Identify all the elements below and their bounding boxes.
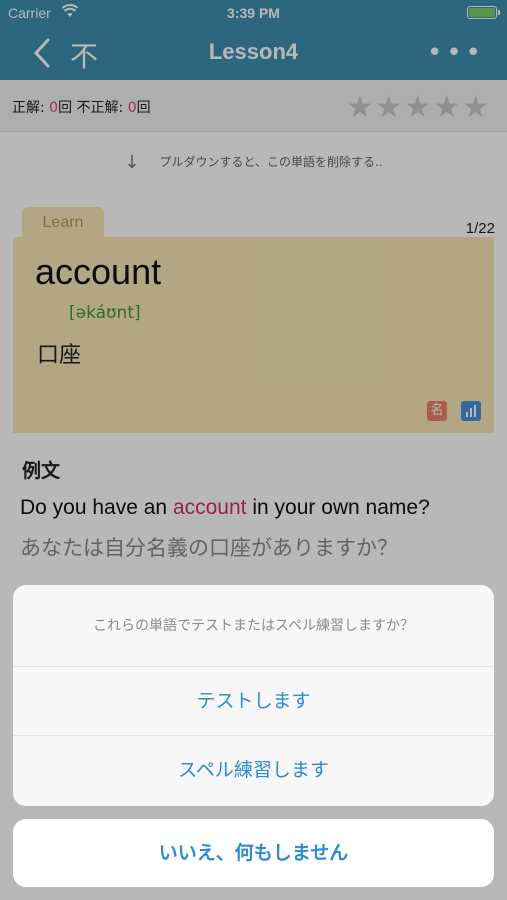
action-sheet-message: これらの単語でテストまたはスペル練習しますか？ <box>13 585 494 667</box>
cancel-button[interactable]: いいえ、何もしません <box>13 819 494 887</box>
spell-practice-button[interactable]: スペル練習します <box>13 736 494 805</box>
test-button[interactable]: テストします <box>13 667 494 736</box>
action-sheet: これらの単語でテストまたはスペル練習しますか？ テストします スペル練習します <box>13 585 494 806</box>
